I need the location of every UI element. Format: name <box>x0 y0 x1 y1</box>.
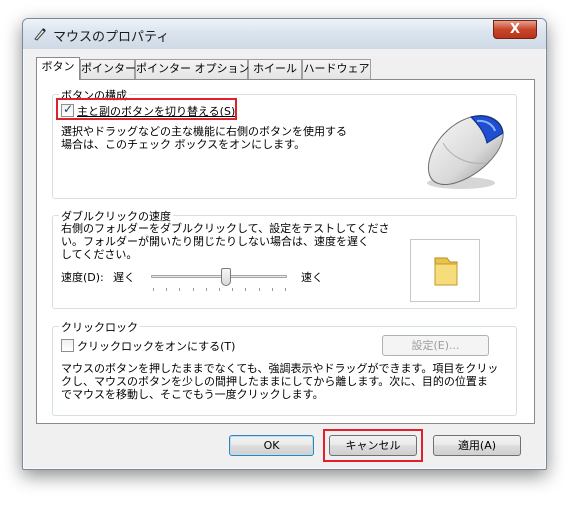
click-lock-checkbox-label: クリックロックをオンにする(T) <box>77 340 236 353</box>
slider-tick <box>271 288 273 291</box>
mouse-properties-window: マウスのプロパティ X ボタン ポインター ポインター オプション ホイール ハ… <box>22 18 547 470</box>
tab-buttons[interactable]: ボタン <box>36 57 80 80</box>
double-click-speed-slider-thumb[interactable] <box>220 268 231 286</box>
slider-tick <box>232 288 234 291</box>
double-click-speed-slider-track[interactable] <box>151 275 287 278</box>
test-folder-area[interactable] <box>410 239 480 302</box>
dialog-client: ボタン ポインター ポインター オプション ホイール ハードウェア ボタンの構成… <box>30 49 541 464</box>
button-config-group: ボタンの構成 主と副のボタンを切り替える(S) 選択やドラッグなどの主な機能に右… <box>52 87 517 199</box>
click-lock-description: マウスのボタンを押したままでなくても、強調表示やドラッグができます。項目をクリッ… <box>61 362 499 401</box>
highlight-box-cancel <box>323 429 423 462</box>
buttons-tab-panel: ボタンの構成 主と副のボタンを切り替える(S) 選択やドラッグなどの主な機能に右… <box>36 79 535 424</box>
double-click-group: ダブルクリックの速度 右側のフォルダーをダブルクリックして、設定をテストしてくだ… <box>52 208 517 309</box>
close-button[interactable]: X <box>493 20 537 39</box>
apply-button[interactable]: 適用(A) <box>433 435 521 456</box>
tab-pointer-options[interactable]: ポインター オプション <box>135 59 250 79</box>
fast-label: 速く <box>301 271 323 284</box>
window-title: マウスのプロパティ <box>53 30 170 45</box>
slider-tick <box>153 288 154 291</box>
slider-tick <box>258 288 260 291</box>
slider-tick <box>166 288 168 291</box>
ok-button[interactable]: OK <box>229 435 314 456</box>
mouse-pointer-icon <box>34 28 46 41</box>
slow-label: 遅く <box>113 271 135 284</box>
folder-icon[interactable] <box>431 254 461 288</box>
click-lock-group: クリックロック クリックロックをオンにする(T) 設定(E)... マウスのボタ… <box>52 319 517 416</box>
click-lock-settings-button[interactable]: 設定(E)... <box>382 335 489 356</box>
double-click-description: 右側のフォルダーをダブルクリックして、設定をテストしてくださ い。フォルダーが開… <box>61 222 390 261</box>
slider-tick <box>205 288 207 291</box>
click-lock-checkbox[interactable]: クリックロックをオンにする(T) <box>61 338 235 354</box>
title-bar[interactable]: マウスのプロパティ X <box>23 19 546 49</box>
mouse-illustration <box>427 115 504 189</box>
highlight-box-checkbox <box>56 98 237 120</box>
slider-tick <box>285 288 286 291</box>
tab-wheel[interactable]: ホイール <box>248 59 302 79</box>
tab-hardware[interactable]: ハードウェア <box>302 59 371 79</box>
speed-label: 速度(D): <box>61 271 104 284</box>
slider-tick <box>179 288 181 291</box>
slider-tick <box>245 288 247 291</box>
click-lock-group-label: クリックロック <box>59 319 140 335</box>
slider-tick <box>192 288 194 291</box>
slider-tick <box>219 288 220 291</box>
click-lock-checkbox-box[interactable] <box>61 339 74 352</box>
button-config-description: 選択やドラッグなどの主な機能に右側のボタンを使用する 場合は、このチェック ボッ… <box>61 125 347 151</box>
tab-pointers[interactable]: ポインター <box>80 59 136 79</box>
